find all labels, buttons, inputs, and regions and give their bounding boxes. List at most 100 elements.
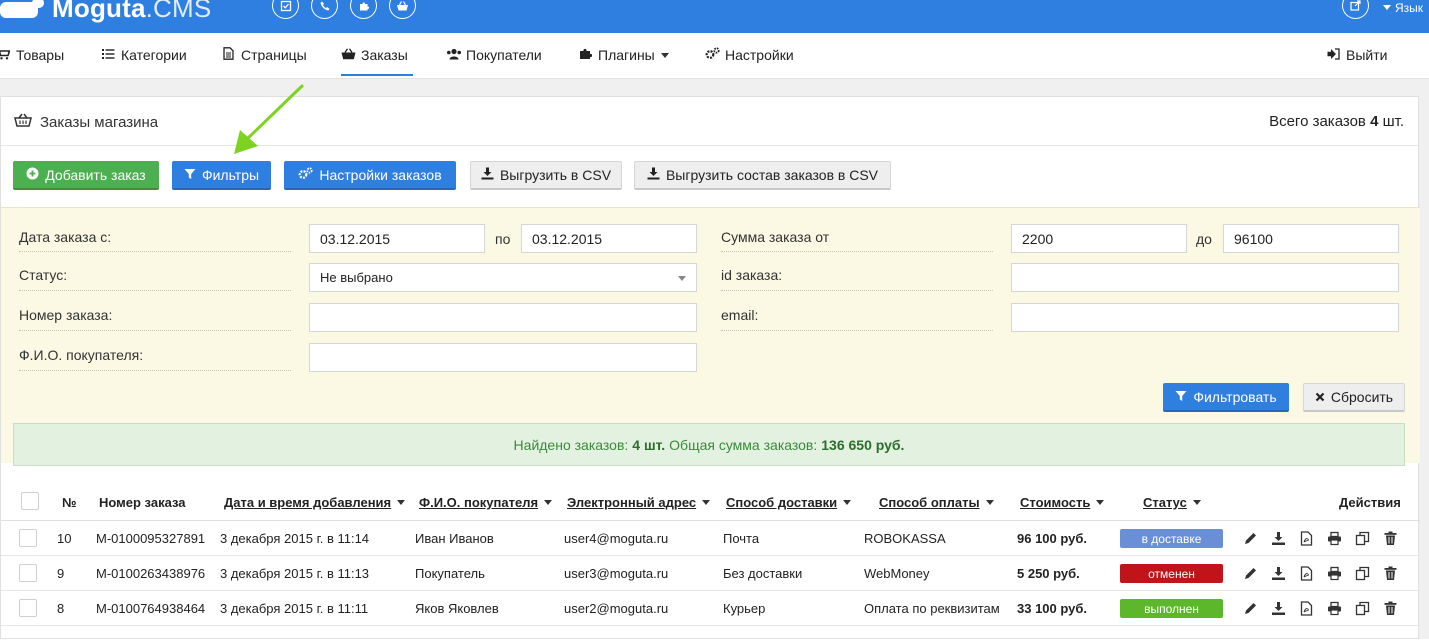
external-link-icon[interactable] [1341,0,1369,19]
cell-num: 9 [57,566,65,581]
cell-order-number: M-0100095327891 [96,531,206,546]
cell-email: user2@moguta.ru [564,601,669,616]
cell-date: 3 декабря 2015 г. в 11:14 [220,531,370,546]
nav-item-products[interactable]: Товары [0,47,64,63]
table-row[interactable] [1,626,1420,640]
divider [721,330,993,331]
bear-logo-icon [0,0,44,20]
email-input[interactable] [1011,303,1399,332]
column-email[interactable]: Электронный адрес [567,495,711,510]
customer-name-input[interactable] [309,343,697,372]
found-label: Найдено заказов: [513,436,629,453]
main-nav: Товары Категории Страницы Заказы Покупат… [0,33,1429,79]
add-order-button[interactable]: Добавить заказ [13,161,159,190]
trash-icon[interactable] [1381,599,1399,617]
cart-icon [0,48,11,63]
language-dropdown[interactable]: Язык [1382,1,1423,15]
date-separator: по [495,231,511,247]
divider [19,370,291,371]
nav-item-customers[interactable]: Покупатели [446,47,542,63]
order-number-input[interactable] [309,303,697,332]
table-row[interactable]: 10 M-0100095327891 3 декабря 2015 г. в 11:… [1,521,1420,556]
logout-link[interactable]: Выйти [1326,47,1387,63]
file-icon [221,47,235,63]
download-icon[interactable] [1269,564,1287,582]
phone-icon[interactable] [311,0,338,19]
status-badge: отменен [1120,564,1223,583]
orders-table-header: № Номер заказа Дата и время добавления Ф… [1,485,1420,521]
row-checkbox[interactable] [19,529,37,547]
print-icon[interactable] [1325,529,1343,547]
export-order-items-csv-button[interactable]: Выгрузить состав заказов в CSV [634,161,891,190]
edit-icon[interactable] [1241,529,1259,547]
download-icon[interactable] [1269,529,1287,547]
divider [19,330,291,331]
export-csv-button[interactable]: Выгрузить в CSV [470,161,622,190]
column-status[interactable]: Статус [1143,495,1201,510]
print-icon[interactable] [1325,599,1343,617]
active-tab-indicator [341,74,413,76]
order-id-input[interactable] [1011,263,1399,292]
chevron-down-icon [660,52,669,58]
reset-filter-button[interactable]: Сбросить [1303,383,1405,412]
nav-item-categories[interactable]: Категории [101,47,187,63]
table-row[interactable]: 9 M-0100263438976 3 декабря 2015 г. в 11:1… [1,556,1420,591]
column-number: № [62,495,77,510]
status-select[interactable]: Не выбрано [309,263,697,292]
sum-to-input[interactable]: 96100 [1223,224,1399,253]
basket-icon[interactable] [389,0,416,19]
print-icon[interactable] [1325,564,1343,582]
column-cost[interactable]: Стоимость [1020,495,1105,510]
caret-down-icon [397,500,406,505]
caret-down-icon [702,500,711,505]
row-checkbox[interactable] [19,564,37,582]
panel-title: Заказы магазина [14,113,158,131]
copy-icon[interactable] [1353,529,1371,547]
status-badge: выполнен [1120,599,1223,618]
pdf-icon[interactable] [1297,599,1315,617]
trash-icon[interactable] [1381,529,1399,547]
date-from-input[interactable]: 03.12.2015 [309,224,485,253]
download-icon[interactable] [1269,599,1287,617]
column-actions: Действия [1339,495,1401,510]
row-checkbox[interactable] [19,599,37,617]
column-delivery[interactable]: Способ доставки [726,495,852,510]
copy-icon[interactable] [1353,564,1371,582]
puzzle-icon [578,47,592,63]
edit-icon[interactable] [1241,599,1259,617]
puzzle-icon[interactable] [350,0,377,19]
checklist-icon[interactable] [272,0,299,19]
column-date[interactable]: Дата и время добавления [224,495,406,510]
total-label: Всего заказов [1269,113,1366,130]
top-bar: Moguta.CMS Язык [0,0,1429,33]
copy-icon[interactable] [1353,599,1371,617]
panel-title-text: Заказы магазина [40,113,159,131]
order-settings-button[interactable]: Настройки заказов [284,161,456,190]
users-icon [446,48,461,63]
cell-payment: WebMoney [864,566,930,581]
nav-item-pages[interactable]: Страницы [221,47,307,63]
trash-icon[interactable] [1381,564,1399,582]
pdf-icon[interactable] [1297,529,1315,547]
date-label: Дата заказа с: [19,229,112,245]
table-row[interactable]: 8 M-0100764938464 3 декабря 2015 г. в 11:1… [1,591,1420,626]
nav-item-label: Плагины [598,47,655,63]
sum-from-input[interactable]: 2200 [1011,224,1187,253]
column-payment[interactable]: Способ оплаты [879,495,994,510]
edit-icon[interactable] [1241,564,1259,582]
nav-item-label: Покупатели [466,47,542,63]
divider [19,251,291,252]
nav-item-settings[interactable]: Настройки [705,47,794,63]
select-all-checkbox[interactable] [21,492,39,510]
apply-filter-button[interactable]: Фильтровать [1163,383,1289,412]
basket-icon [14,113,32,131]
filters-button[interactable]: Фильтры [172,161,271,190]
caret-down-icon [985,500,994,505]
filter-icon [1175,389,1187,405]
column-customer[interactable]: Ф.И.О. покупателя [419,495,553,510]
date-to-input[interactable]: 03.12.2015 [521,224,697,253]
pdf-icon[interactable] [1297,564,1315,582]
nav-item-plugins[interactable]: Плагины [578,47,669,63]
nav-item-orders[interactable]: Заказы [341,47,408,63]
logo[interactable]: Moguta.CMS [0,0,211,28]
